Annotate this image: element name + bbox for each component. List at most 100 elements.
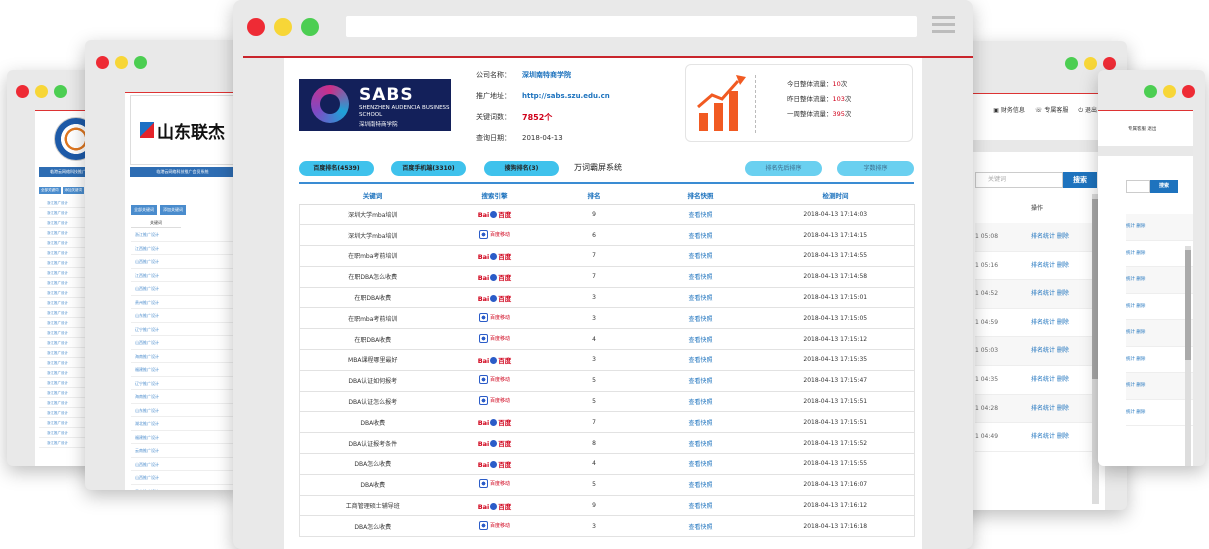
view-snapshot-link[interactable]: 查看快照	[688, 482, 712, 489]
scrollbar[interactable]	[1185, 246, 1191, 466]
row-actions[interactable]: 统计 删除	[1126, 214, 1193, 241]
search-button[interactable]: 搜索	[1063, 172, 1097, 188]
list-item[interactable]: 浙江推广设计	[131, 228, 234, 242]
scrollbar-thumb[interactable]	[1185, 250, 1191, 360]
view-snapshot-link[interactable]: 查看快照	[688, 316, 712, 323]
search-input[interactable]	[1126, 180, 1150, 193]
view-snapshot-link[interactable]: 查看快照	[688, 378, 712, 385]
list-item[interactable]: 山西推广设计	[131, 471, 234, 485]
minimize-dot[interactable]	[1084, 57, 1097, 70]
row-actions[interactable]: 排名统计 删除	[1031, 280, 1069, 308]
maximize-dot[interactable]	[1065, 57, 1078, 70]
tab-sogou-rank[interactable]: 搜狗排名(3)	[484, 161, 559, 176]
view-snapshot-link[interactable]: 查看快照	[688, 441, 712, 448]
nav-finance[interactable]: ▣ 财务信息	[993, 105, 1025, 115]
add-keyword-button[interactable]: 添加关键词	[62, 187, 84, 194]
view-snapshot-link[interactable]: 查看快照	[688, 524, 712, 531]
sabs-swirl-icon	[311, 85, 349, 123]
maximize-dot[interactable]	[1144, 85, 1157, 98]
list-item[interactable]: 山东推广设计	[131, 309, 234, 323]
list-item[interactable]: 福建推广设计	[131, 431, 234, 444]
minimize-dot[interactable]	[274, 18, 292, 36]
url-link[interactable]: http://sabs.szu.edu.cn	[522, 86, 610, 107]
list-item[interactable]: 辽宁推广设计	[131, 323, 234, 336]
close-dot[interactable]	[1103, 57, 1116, 70]
search-input[interactable]: 关键词	[975, 172, 1063, 188]
list-item[interactable]: 江西推广设计	[131, 269, 234, 282]
maximize-dot[interactable]	[54, 85, 67, 98]
row-actions[interactable]: 统计 删除	[1126, 347, 1193, 373]
table-row: 1 05:08 排名统计 删除	[975, 223, 1105, 252]
hamburger-menu-icon[interactable]	[932, 16, 955, 34]
list-item[interactable]: 海南推广设计	[131, 350, 234, 363]
list-item[interactable]: 湖北推广设计	[131, 417, 234, 431]
view-snapshot-link[interactable]: 查看快照	[688, 420, 712, 427]
search-button[interactable]: 搜索	[1150, 180, 1178, 193]
all-keywords-button[interactable]: 全部关键词	[39, 187, 61, 194]
maximize-dot[interactable]	[134, 56, 147, 69]
tab-baidu-mobile[interactable]: 百度手机端(3310)	[391, 161, 466, 176]
sort-by-rank-button[interactable]: 排名先后排序	[745, 161, 822, 176]
view-snapshot-link[interactable]: 查看快照	[688, 503, 712, 510]
view-snapshot-link[interactable]: 查看快照	[688, 337, 712, 344]
row-actions[interactable]: 统计 删除	[1126, 400, 1193, 426]
engine-cell: Bai 百度	[445, 411, 544, 434]
list-item[interactable]: 福建推广设计	[131, 363, 234, 377]
tab-baidu-rank[interactable]: 百度排名(4539)	[299, 161, 374, 176]
list-item[interactable]: 山西推广设计	[131, 336, 234, 350]
table-row: DBA认证如何报考 百度移动 5 查看快照 2018-04-13 17:15:47	[299, 370, 915, 392]
tab-wanci-system[interactable]: 万词霸屏系统	[574, 161, 622, 175]
list-item[interactable]: 山西推广设计	[131, 282, 234, 296]
list-item[interactable]: 云南推广设计	[131, 444, 234, 458]
view-snapshot-link[interactable]: 查看快照	[688, 399, 712, 406]
list-item[interactable]: 贵州推广设计	[131, 296, 234, 309]
row-actions[interactable]: 排名统计 删除	[1031, 309, 1069, 337]
check-time-cell: 2018-04-13 17:15:35	[756, 349, 915, 371]
keyword-cell: 深圳大学mba培训	[299, 224, 446, 247]
row-actions[interactable]: 统计 删除	[1126, 241, 1193, 267]
url-label: 推广地址：	[476, 92, 511, 100]
row-actions[interactable]: 统计 删除	[1126, 294, 1193, 320]
close-dot[interactable]	[247, 18, 265, 36]
list-item[interactable]: 云南推广设计	[131, 485, 234, 491]
all-keywords-button[interactable]: 全部关键词	[131, 205, 157, 215]
row-actions[interactable]: 排名统计 删除	[1031, 223, 1069, 251]
list-item[interactable]: 山西推广设计	[131, 458, 234, 471]
close-dot[interactable]	[96, 56, 109, 69]
add-keyword-button[interactable]: 添加关键词	[160, 205, 186, 215]
row-actions[interactable]: 排名统计 删除	[1031, 252, 1069, 280]
close-dot[interactable]	[1182, 85, 1195, 98]
row-actions[interactable]: 统计 删除	[1126, 373, 1193, 400]
nav-logout[interactable]: ⏻ 退出	[1078, 105, 1097, 115]
view-snapshot-link[interactable]: 查看快照	[688, 357, 712, 364]
view-snapshot-link[interactable]: 查看快照	[688, 212, 712, 219]
view-snapshot-link[interactable]: 查看快照	[688, 233, 712, 240]
address-bar[interactable]	[346, 16, 917, 37]
baidu-mobile-logo-icon: 百度移动	[478, 375, 510, 385]
maximize-dot[interactable]	[301, 18, 319, 36]
top-nav[interactable]: 专属客服 退出	[1098, 111, 1193, 132]
minimize-dot[interactable]	[35, 85, 48, 98]
minimize-dot[interactable]	[1163, 85, 1176, 98]
list-item[interactable]: 山西推广设计	[131, 255, 234, 269]
view-snapshot-link[interactable]: 查看快照	[688, 461, 712, 468]
list-item[interactable]: 海南推广设计	[131, 390, 234, 404]
list-item[interactable]: 江西推广设计	[131, 242, 234, 255]
row-actions[interactable]: 排名统计 删除	[1031, 337, 1069, 365]
sort-by-length-button[interactable]: 字数排序	[837, 161, 914, 176]
row-actions[interactable]: 排名统计 删除	[1031, 395, 1069, 423]
minimize-dot[interactable]	[115, 56, 128, 69]
view-snapshot-link[interactable]: 查看快照	[688, 295, 712, 302]
list-item[interactable]: 辽宁推广设计	[131, 377, 234, 390]
nav-support[interactable]: ☏ 专属客服	[1035, 105, 1068, 115]
view-snapshot-link[interactable]: 查看快照	[688, 253, 712, 260]
snapshot-cell: 查看快照	[644, 432, 757, 455]
row-actions[interactable]: 统计 删除	[1126, 320, 1193, 347]
baidu-logo-icon: Bai 百度	[477, 460, 512, 469]
row-actions[interactable]: 排名统计 删除	[1031, 366, 1069, 394]
view-snapshot-link[interactable]: 查看快照	[688, 274, 712, 281]
close-dot[interactable]	[16, 85, 29, 98]
row-actions[interactable]: 统计 删除	[1126, 267, 1193, 294]
list-item[interactable]: 山东推广设计	[131, 404, 234, 417]
row-actions[interactable]: 排名统计 删除	[1031, 423, 1069, 451]
